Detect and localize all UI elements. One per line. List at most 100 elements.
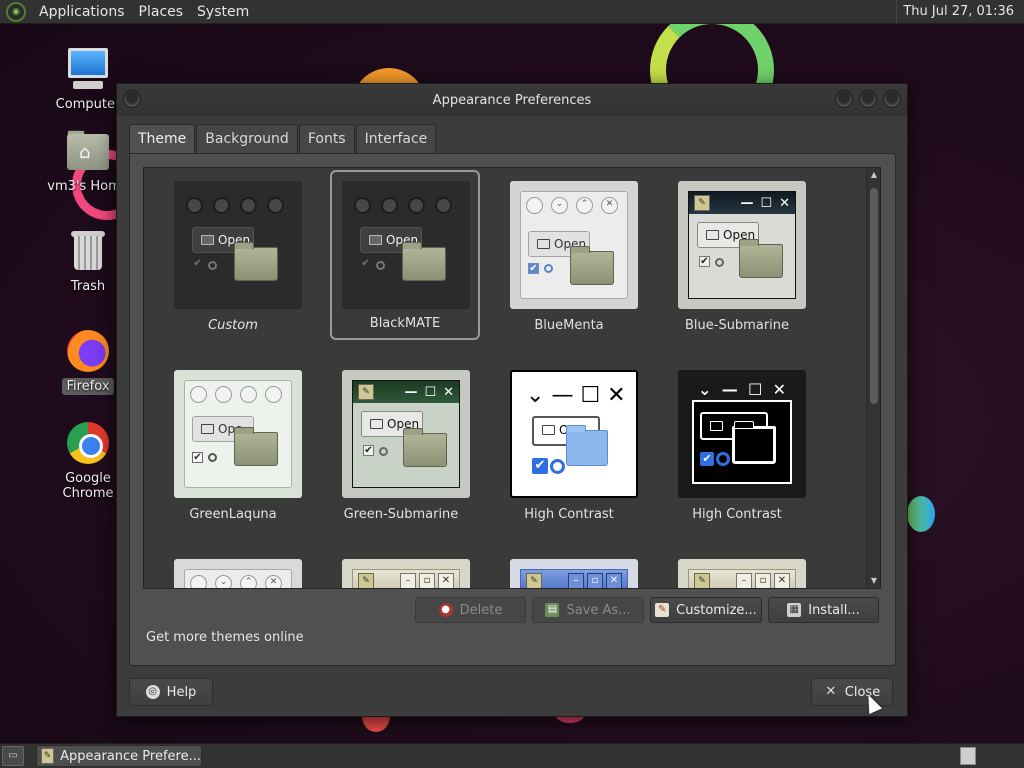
customize-button[interactable]: ✎ Customize...	[650, 597, 762, 623]
theme-item-bluementa[interactable]: ⌄ ⌃ ✕ Open ✔ BlueMenta	[494, 172, 644, 342]
folder-icon	[403, 428, 447, 467]
theme-preview: ✎ – ▫ ✕	[678, 559, 806, 588]
theme-item-blackmate[interactable]: Open ✔ BlackMATE	[330, 170, 480, 340]
app-icon: ✎	[526, 573, 542, 588]
desktop-icon-label: Computer	[55, 97, 121, 112]
maximize-button[interactable]	[859, 90, 877, 108]
theme-name: Custom	[208, 318, 258, 333]
window-titlebar[interactable]: Appearance Preferences	[117, 84, 907, 116]
theme-preview: ✎ – ▫ ✕	[510, 559, 638, 588]
theme-item-high-contrast-inverse[interactable]: ⌄ — ☐ ✕ ✔ High Contrast	[662, 361, 812, 531]
bottom-panel: ▭ ✎ Appearance Prefere...	[0, 743, 1024, 768]
close-icon: ✕	[825, 684, 837, 699]
theme-name: GreenLaquna	[189, 507, 277, 522]
show-desktop-icon[interactable]: ▭	[2, 746, 24, 766]
folder-icon	[566, 425, 608, 466]
app-icon: ✎	[694, 573, 710, 588]
save-as-label: Save As...	[566, 602, 631, 618]
scrollbar-thumb[interactable]	[870, 188, 878, 404]
save-as-button[interactable]: ▤ Save As...	[532, 597, 644, 623]
window-title: Appearance Preferences	[432, 92, 592, 108]
preview-titlebar: ✎ – ▫ ✕	[689, 570, 795, 588]
delete-button[interactable]: ● Delete	[415, 597, 526, 623]
theme-preview: ✎ — ☐ ✕ Open ✔	[342, 370, 470, 498]
theme-item-custom[interactable]: Open ✔ Custom	[158, 172, 308, 342]
window-content: Theme Background Fonts Interface Open ✔	[129, 124, 896, 666]
mate-logo-icon[interactable]: ◉	[6, 1, 26, 22]
theme-item-row3-2[interactable]: ✎ – ▫ ✕	[326, 550, 476, 588]
theme-preview: Ope ✔	[174, 370, 302, 498]
appearance-preferences-window: Appearance Preferences Theme Background …	[116, 83, 908, 717]
trash-icon	[65, 228, 111, 274]
install-button[interactable]: ▦ Install...	[768, 597, 879, 623]
theme-item-row3-1[interactable]: ⌄ ⌃ ✕	[158, 550, 308, 588]
theme-item-green-submarine[interactable]: ✎ — ☐ ✕ Open ✔ Green-Submarine	[326, 361, 476, 531]
scroll-up-arrow-icon[interactable]: ▲	[867, 168, 880, 182]
theme-name: High Contrast	[692, 507, 782, 522]
scroll-down-arrow-icon[interactable]: ▼	[867, 574, 880, 588]
folder-icon	[234, 242, 278, 281]
preview-titlebar: ✎ — ☐ ✕	[689, 192, 795, 214]
clock[interactable]: Thu Jul 27, 01:36	[896, 0, 1020, 24]
folder-icon	[402, 242, 446, 281]
theme-preview: ⌄ ⌃ ✕	[174, 559, 302, 588]
folder-icon	[732, 421, 776, 464]
computer-icon	[65, 46, 111, 92]
customize-label: Customize...	[676, 602, 757, 618]
folder-icon	[570, 246, 614, 285]
theme-preview: ✎ – ▫ ✕	[342, 559, 470, 588]
theme-item-high-contrast[interactable]: ⌄ — ☐ ✕ O ✔ High Contrast	[494, 361, 644, 531]
tab-fonts[interactable]: Fonts	[298, 124, 355, 154]
theme-item-row3-4[interactable]: ✎ – ▫ ✕	[662, 550, 812, 588]
menu-places[interactable]: Places	[132, 0, 191, 24]
help-icon: ◎	[145, 685, 160, 699]
help-button[interactable]: ◎ Help	[129, 678, 213, 706]
get-more-themes-link[interactable]: Get more themes online	[146, 630, 304, 645]
taskbar-item-label: Appearance Prefere...	[60, 748, 201, 764]
app-icon: ✎	[358, 384, 374, 400]
tab-bar: Theme Background Fonts Interface	[129, 124, 437, 154]
theme-list[interactable]: Open ✔ Custom Open ✔ BlackMATE ⌄ ⌃ ✕ Ope…	[143, 167, 881, 589]
delete-icon: ●	[438, 603, 453, 617]
wallpaper-cyan-shape	[907, 496, 935, 532]
theme-item-greenlaquna[interactable]: Ope ✔ GreenLaquna	[158, 361, 308, 531]
preview-titlebar: ✎ – ▫ ✕	[521, 570, 627, 588]
theme-actions: ● Delete ▤ Save As... ✎ Customize... ▦ I…	[415, 597, 879, 623]
tab-background[interactable]: Background	[196, 124, 298, 154]
app-icon: ✎	[694, 195, 710, 211]
close-button[interactable]: ✕ Close	[811, 678, 893, 706]
theme-tab-panel: Open ✔ Custom Open ✔ BlackMATE ⌄ ⌃ ✕ Ope…	[129, 153, 896, 666]
theme-name: BlackMATE	[369, 316, 441, 331]
workspace-switcher[interactable]	[960, 747, 976, 765]
theme-preview: ⌄ — ☐ ✕ ✔	[678, 370, 806, 498]
delete-label: Delete	[459, 602, 503, 618]
taskbar-item-appearance[interactable]: ✎ Appearance Prefere...	[36, 745, 202, 767]
preview-titlebar: ⌄ — ☐ ✕	[698, 379, 786, 399]
theme-preview: Open ✔	[342, 181, 470, 309]
preview-titlebar: ⌄ — ☐ ✕	[526, 382, 626, 408]
minimize-button[interactable]	[835, 90, 853, 108]
window-menu-button[interactable]	[123, 90, 141, 108]
install-icon: ▦	[787, 603, 802, 617]
theme-preview: Open ✔	[174, 181, 302, 309]
theme-preview: ✎ — ☐ ✕ Open ✔	[678, 181, 806, 309]
app-icon: ✎	[358, 573, 374, 588]
folder-icon	[739, 239, 783, 278]
firefox-icon	[65, 328, 111, 374]
theme-list-scrollbar[interactable]: ▲ ▼	[866, 168, 880, 588]
customize-icon: ✎	[655, 603, 670, 617]
save-icon: ▤	[545, 603, 560, 617]
install-label: Install...	[808, 602, 860, 618]
theme-name: Blue-Submarine	[684, 318, 790, 333]
theme-name: High Contrast	[524, 507, 614, 522]
tab-interface[interactable]: Interface	[355, 124, 437, 154]
menu-system[interactable]: System	[190, 0, 256, 24]
tab-theme[interactable]: Theme	[129, 124, 196, 154]
preview-titlebar: ✎ — ☐ ✕	[353, 381, 459, 403]
theme-item-blue-submarine[interactable]: ✎ — ☐ ✕ Open ✔ Blue-Submarine	[662, 172, 812, 342]
desktop-icon-label: Firefox	[62, 378, 114, 395]
top-panel: ◉ Applications Places System Thu Jul 27,…	[0, 0, 1024, 24]
window-close-button[interactable]	[883, 90, 901, 108]
menu-applications[interactable]: Applications	[32, 0, 132, 24]
theme-item-row3-3[interactable]: ✎ – ▫ ✕	[494, 550, 644, 588]
